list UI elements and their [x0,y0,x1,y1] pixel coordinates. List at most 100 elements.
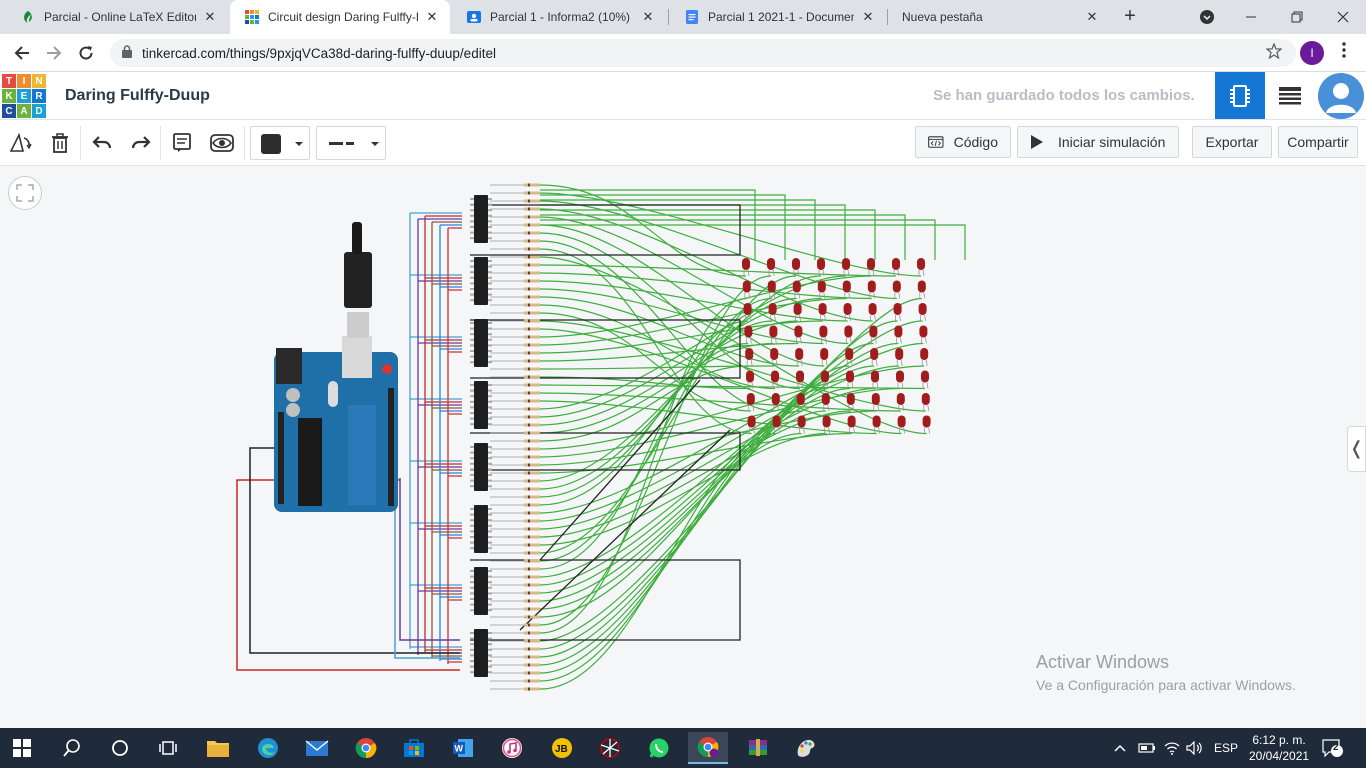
notifications-icon[interactable]: 2 [1322,728,1344,768]
file-explorer-icon[interactable] [198,732,238,764]
workplane-canvas[interactable]: ❬ Activar Windows Ve a Configuración par… [0,166,1366,728]
led [917,280,926,293]
cortana-icon[interactable] [100,732,140,764]
ic-pin [488,581,492,584]
restore-icon[interactable] [1274,0,1320,34]
wire-style-picker[interactable] [316,126,386,160]
resistor-band [528,319,530,323]
led-lead [925,337,927,344]
export-button[interactable]: Exportar [1192,126,1272,158]
redo-icon[interactable] [127,129,155,157]
component-panel-toggle[interactable]: ❬ [1347,426,1366,472]
back-icon[interactable] [8,39,36,67]
ic-pin [470,643,474,646]
project-title[interactable]: Daring Fulffy-Duup [65,87,210,105]
code-button[interactable]: Código [915,126,1011,158]
tab-search-icon[interactable] [1184,0,1230,34]
undo-icon[interactable] [88,129,116,157]
input-language[interactable]: ESP [1214,728,1238,768]
profile-avatar[interactable]: I [1300,41,1324,65]
whatsapp-icon[interactable] [639,732,679,764]
ic-pin [470,632,474,634]
battery-icon[interactable] [1138,728,1156,768]
resistor [524,663,540,667]
volume-icon[interactable] [1186,728,1204,768]
close-icon[interactable]: ✕ [202,9,218,25]
reload-icon[interactable] [72,39,100,67]
fit-view-button[interactable] [8,176,42,210]
notes-icon[interactable] [168,129,196,157]
ic-pin [488,570,492,572]
resistor [524,535,540,539]
resistor [524,343,540,347]
close-icon[interactable]: ✕ [424,9,440,25]
resistor [524,215,540,219]
chrome-profile-icon[interactable] [688,732,728,764]
task-view-icon[interactable] [148,732,188,764]
show-hidden-icons[interactable] [1114,728,1126,768]
tab-classroom[interactable]: Parcial 1 - Informa2 (10%) ✕ [452,0,666,34]
resistor-band [528,559,530,563]
browser-menu-icon[interactable] [1336,42,1352,63]
paint-icon[interactable] [786,732,826,764]
system-clock[interactable]: 6:12 p. m. 20/04/2021 [1249,732,1309,764]
bookmark-star-icon[interactable] [1265,42,1283,64]
tab-docs[interactable]: Parcial 1 2021-1 - Documento ✕ [670,0,886,34]
wifi-icon[interactable] [1164,728,1180,768]
mail-icon[interactable] [297,732,337,764]
ic-pin [488,665,492,668]
color-picker[interactable] [250,126,310,160]
user-avatar[interactable] [1318,73,1364,119]
ic-pin [488,671,492,674]
ic-pin [470,524,474,527]
store-icon[interactable] [394,732,434,764]
network-app-icon[interactable] [590,732,630,764]
tab-tinkercad[interactable]: Circuit design Daring Fulffy-D ✕ [230,0,450,34]
led [842,280,851,293]
itunes-icon[interactable] [492,732,532,764]
arduino-power-jack [276,348,302,384]
search-icon[interactable] [52,732,92,764]
resistor [524,463,540,467]
close-icon[interactable]: ✕ [860,9,876,25]
ic-pin [470,637,474,640]
led [871,393,880,405]
close-icon[interactable]: ✕ [640,9,656,25]
new-tab-button[interactable]: + [1118,4,1142,28]
forward-icon[interactable] [40,39,68,67]
ic-pin [470,220,474,223]
start-simulation-button[interactable]: Iniciar simulación [1017,126,1179,158]
jb-app-icon[interactable]: JB [542,732,582,764]
wire [539,342,799,362]
tab-overleaf[interactable]: Parcial - Online LaTeX Editor O ✕ [6,0,228,34]
resistor [524,687,540,691]
winrar-icon[interactable] [738,732,778,764]
visibility-icon[interactable] [208,129,236,157]
resistor-band [528,655,530,659]
chrome-icon[interactable] [346,732,386,764]
logo-letter: R [32,89,46,103]
arduino-usb-port [342,336,372,378]
led [745,348,754,360]
resistor-band [528,687,530,691]
delete-icon[interactable] [46,129,74,157]
tab-separator [668,9,669,25]
rotate-icon[interactable] [6,129,34,157]
edge-icon[interactable] [248,732,288,764]
circuit-view-button[interactable] [1215,72,1265,119]
tab-new[interactable]: Nueva pestaña ✕ [888,0,1110,34]
tinkercad-logo[interactable]: TIN KER CAD [2,74,46,118]
led [771,393,780,405]
url-field[interactable]: tinkercad.com/things/9pxjqVCa38d-daring-… [110,39,1296,67]
close-window-icon[interactable] [1320,0,1366,34]
led-lead [799,314,801,322]
share-button[interactable]: Compartir [1278,126,1358,158]
circuit-drawing[interactable] [0,166,1366,728]
word-icon[interactable]: W [443,732,483,764]
led [746,370,754,383]
minimize-icon[interactable] [1228,0,1274,34]
close-icon[interactable]: ✕ [1084,9,1100,25]
resistor [524,519,540,523]
component-list-button[interactable] [1265,72,1315,119]
windows-start-icon[interactable] [2,732,42,764]
